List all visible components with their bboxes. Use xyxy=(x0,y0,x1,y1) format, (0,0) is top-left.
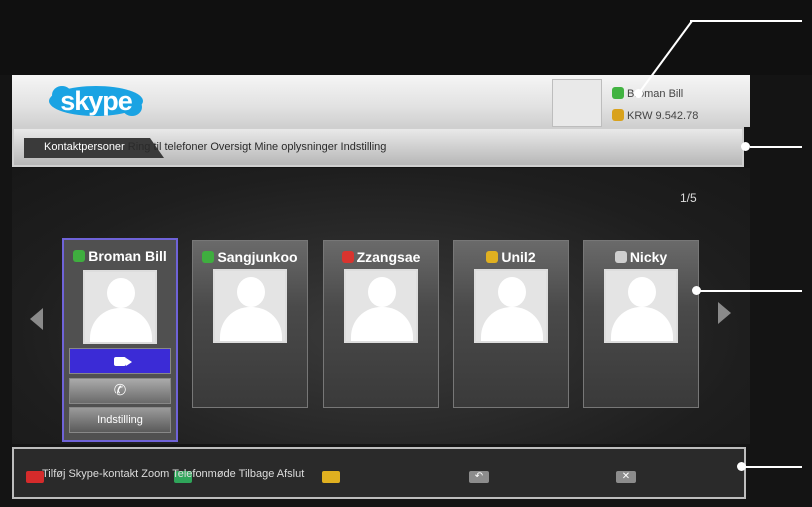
contact-card[interactable]: Zzangsae xyxy=(323,240,439,408)
voice-call-button[interactable]: ✆ xyxy=(69,378,171,404)
callout-line xyxy=(745,466,802,468)
yellow-key-icon[interactable] xyxy=(322,471,340,483)
do-not-disturb-status-icon xyxy=(341,251,354,263)
credit-line: KRW 9.542.78 xyxy=(612,109,698,122)
menu-items: Kontaktpersoner Ring til telefoner Overs… xyxy=(44,141,386,153)
contact-name: Unil2 xyxy=(501,249,536,265)
contact-photo xyxy=(83,270,157,344)
contact-photo xyxy=(213,269,287,343)
footer-actions-text: Tilføj Skype-kontakt Zoom Telefonmøde Ti… xyxy=(42,468,305,480)
contact-card[interactable]: Unil2 xyxy=(453,240,569,408)
contact-photo xyxy=(344,269,418,343)
avatar-head xyxy=(628,277,656,307)
callout-diagonal xyxy=(638,20,693,94)
skype-logo: skype xyxy=(48,84,144,118)
phone-icon: ✆ xyxy=(113,382,127,399)
avatar-body xyxy=(90,308,152,342)
contact-name-row: Unil2 xyxy=(454,249,568,265)
away-status-icon xyxy=(486,251,499,263)
skype-logo-text: skype xyxy=(60,86,133,116)
contact-name: Sangjunkoo xyxy=(217,249,298,265)
contact-name-row: Sangjunkoo xyxy=(193,249,307,265)
callout-line xyxy=(750,146,802,148)
contact-name: Nicky xyxy=(629,249,668,265)
tab-other-items[interactable]: Ring til telefoner Oversigt Mine oplysni… xyxy=(128,141,387,153)
avatar-head xyxy=(498,277,526,307)
callout-line xyxy=(690,20,802,22)
main-menu: Kontaktpersoner Ring til telefoner Overs… xyxy=(12,127,744,167)
contact-photo xyxy=(474,269,548,343)
user-avatar xyxy=(552,79,602,127)
contact-name: Zzangsae xyxy=(356,249,421,265)
footer-bar: ↶ ✕ Tilføj Skype-kontakt Zoom Telefonmød… xyxy=(12,447,746,499)
offline-status-icon xyxy=(614,251,627,263)
credit-icon xyxy=(612,109,624,121)
callout-dot xyxy=(741,142,750,151)
contact-settings-button[interactable]: Indstilling xyxy=(69,407,171,433)
video-call-button[interactable] xyxy=(69,348,171,374)
contact-name-row: Nicky xyxy=(584,249,698,265)
contact-name-row: Zzangsae xyxy=(324,249,438,265)
avatar-head xyxy=(237,277,265,307)
back-key-icon[interactable]: ↶ xyxy=(469,471,489,483)
contact-photo xyxy=(604,269,678,343)
avatar-body xyxy=(351,307,413,341)
video-camera-icon xyxy=(114,357,132,366)
callout-line xyxy=(700,290,802,292)
callout-dot xyxy=(634,89,643,98)
callout-dot xyxy=(692,286,701,295)
credit-balance: KRW 9.542.78 xyxy=(627,110,699,122)
page-indicator: 1/5 xyxy=(680,191,697,205)
arrow-right-icon[interactable] xyxy=(718,302,731,324)
contact-card-selected[interactable]: Broman Bill ✆ Indstilling xyxy=(62,238,178,442)
online-status-icon xyxy=(73,250,86,262)
online-status-icon xyxy=(612,87,624,99)
tab-contacts[interactable]: Kontaktpersoner xyxy=(44,141,125,153)
avatar-head xyxy=(107,278,135,308)
callout-dot xyxy=(737,462,746,471)
contact-card[interactable]: Sangjunkoo xyxy=(192,240,308,408)
online-status-icon xyxy=(202,251,215,263)
avatar-body xyxy=(220,307,282,341)
arrow-left-icon[interactable] xyxy=(30,308,43,330)
avatar-body xyxy=(611,307,673,341)
contact-name: Broman Bill xyxy=(88,248,167,264)
avatar-head xyxy=(368,277,396,307)
contact-card[interactable]: Nicky xyxy=(583,240,699,408)
contact-name-row: Broman Bill xyxy=(64,248,176,264)
avatar-body xyxy=(481,307,543,341)
close-key-icon[interactable]: ✕ xyxy=(616,471,636,483)
